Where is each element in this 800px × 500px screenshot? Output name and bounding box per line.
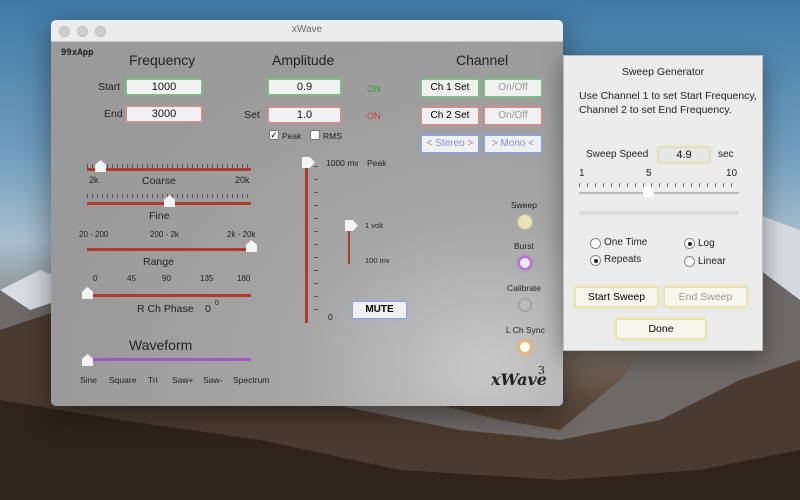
phase-tick-180: 180 bbox=[237, 274, 251, 283]
rms-label: RMS bbox=[323, 131, 342, 141]
waveform-slider-knob[interactable] bbox=[82, 354, 93, 366]
sweep-speed-field[interactable]: 4.9 bbox=[658, 147, 710, 163]
phase-tick-45: 45 bbox=[127, 274, 136, 283]
amplitude-heading: Amplitude bbox=[272, 52, 335, 68]
end-label: End bbox=[104, 108, 123, 120]
phase-slider-track[interactable] bbox=[87, 294, 251, 297]
sweep-speed-unit: sec bbox=[718, 149, 734, 160]
brand-label: 99xApp bbox=[61, 48, 94, 58]
range-slider-knob[interactable] bbox=[246, 240, 257, 252]
sweep-speed-track[interactable] bbox=[579, 192, 739, 194]
end-sweep-button[interactable]: End Sweep bbox=[664, 287, 747, 307]
title-bar[interactable]: xWave bbox=[51, 20, 563, 42]
volt-range-high: 1 volt bbox=[365, 221, 383, 230]
ch2-set-button[interactable]: Ch 2 Set bbox=[421, 107, 479, 125]
ch1-onoff-button[interactable]: On/Off bbox=[484, 79, 542, 97]
range-option-1: 20 - 200 bbox=[79, 230, 109, 239]
stereo-button[interactable]: < Stereo > bbox=[421, 135, 479, 153]
linear-label: Linear bbox=[698, 256, 726, 267]
waveform-option-spectrum[interactable]: Spectrum bbox=[233, 375, 269, 385]
range-option-2: 200 - 2k bbox=[150, 230, 179, 239]
fine-label: Fine bbox=[149, 210, 170, 222]
coarse-max-label: 20k bbox=[235, 175, 250, 185]
start-label: Start bbox=[98, 81, 121, 93]
sweep-speed-label: Sweep Speed bbox=[586, 149, 649, 160]
amplitude-scale-top: 1000 mv bbox=[326, 158, 359, 168]
amplitude-value-1[interactable]: 0.9 bbox=[268, 79, 341, 95]
phase-tick-135: 135 bbox=[200, 274, 214, 283]
sweep-scale-max: 10 bbox=[726, 168, 738, 179]
channel-heading: Channel bbox=[456, 52, 509, 68]
sweep-scale-min: 1 bbox=[579, 168, 585, 179]
amplitude-1-status: ON bbox=[367, 84, 381, 94]
coarse-label: Coarse bbox=[142, 175, 176, 187]
done-button[interactable]: Done bbox=[616, 319, 706, 339]
sweep-description: Use Channel 1 to set Start Frequency, Ch… bbox=[579, 90, 757, 116]
amplitude-2-status: ON bbox=[367, 111, 381, 121]
main-window: xWave 99xApp Frequency Start 1000 End 30… bbox=[51, 20, 563, 406]
range-slider-track[interactable] bbox=[87, 248, 251, 251]
amplitude-ticks bbox=[314, 166, 318, 316]
ch2-onoff-button[interactable]: On/Off bbox=[484, 107, 542, 125]
waveform-option-tri[interactable]: Tri bbox=[148, 375, 158, 385]
rms-checkbox[interactable] bbox=[310, 130, 320, 140]
sweep-progress-bar bbox=[579, 211, 739, 215]
linear-radio[interactable] bbox=[684, 256, 695, 267]
volt-range-knob[interactable] bbox=[345, 220, 358, 231]
phase-unit: 0 bbox=[215, 300, 219, 307]
waveform-slider-track[interactable] bbox=[87, 358, 251, 361]
end-frequency-field[interactable]: 3000 bbox=[126, 106, 202, 122]
burst-indicator-label: Burst bbox=[514, 241, 534, 251]
sweep-window-title: Sweep Generator bbox=[621, 66, 705, 78]
ch1-set-button[interactable]: Ch 1 Set bbox=[421, 79, 479, 97]
xwave-logo-version: 3 bbox=[538, 364, 545, 377]
lch-sync-indicator-label: L Ch Sync bbox=[506, 325, 545, 335]
volt-range-track[interactable] bbox=[348, 226, 350, 264]
mute-button[interactable]: MUTE bbox=[352, 301, 407, 319]
burst-indicator-led bbox=[518, 256, 532, 270]
window-title: xWave bbox=[291, 24, 323, 35]
waveform-option-saw-plus[interactable]: Saw+ bbox=[172, 375, 194, 385]
phase-slider-knob[interactable] bbox=[82, 287, 93, 299]
coarse-slider-knob[interactable] bbox=[95, 160, 107, 172]
amplitude-scale-mode: Peak bbox=[367, 158, 387, 168]
phase-tick-90: 90 bbox=[162, 274, 171, 283]
amplitude-scale-zero: 0 bbox=[328, 312, 333, 322]
log-radio[interactable] bbox=[684, 238, 695, 249]
amplitude-set-label: Set bbox=[244, 109, 260, 121]
coarse-min-label: 2k bbox=[89, 175, 99, 185]
phase-label: R Ch Phase bbox=[137, 303, 194, 315]
peak-checkbox[interactable]: ✓ bbox=[269, 130, 279, 140]
lch-sync-indicator-led bbox=[518, 340, 532, 354]
amplitude-value-2[interactable]: 1.0 bbox=[268, 107, 341, 123]
waveform-option-square[interactable]: Square bbox=[109, 375, 136, 385]
start-frequency-field[interactable]: 1000 bbox=[126, 79, 202, 95]
calibrate-indicator-led bbox=[518, 298, 532, 312]
sweep-generator-window: Sweep Generator Use Channel 1 to set Sta… bbox=[563, 55, 763, 351]
waveform-option-sine[interactable]: Sine bbox=[80, 375, 97, 385]
frequency-heading: Frequency bbox=[129, 52, 196, 68]
repeats-label: Repeats bbox=[604, 254, 642, 265]
start-sweep-button[interactable]: Start Sweep bbox=[575, 287, 658, 307]
log-label: Log bbox=[698, 238, 715, 249]
coarse-slider-track[interactable] bbox=[87, 168, 251, 171]
one-time-label: One Time bbox=[604, 237, 648, 248]
sweep-indicator-led bbox=[518, 215, 532, 229]
phase-value: 0 bbox=[205, 303, 211, 315]
repeats-radio[interactable] bbox=[590, 255, 601, 266]
phase-tick-0: 0 bbox=[93, 274, 98, 283]
sweep-indicator-label: Sweep bbox=[511, 200, 537, 210]
peak-label: Peak bbox=[282, 131, 302, 141]
waveform-option-saw-minus[interactable]: Saw- bbox=[203, 375, 222, 385]
one-time-radio[interactable] bbox=[590, 238, 601, 249]
waveform-heading: Waveform bbox=[129, 337, 193, 353]
range-label: Range bbox=[143, 256, 174, 268]
calibrate-indicator-label: Calibrate bbox=[507, 283, 542, 293]
mono-button[interactable]: > Mono < bbox=[484, 135, 542, 153]
range-option-3: 2k - 20k bbox=[227, 230, 256, 239]
amplitude-slider-track[interactable] bbox=[305, 163, 308, 323]
volt-range-low: 100 mv bbox=[365, 256, 390, 265]
sweep-speed-ticks bbox=[579, 183, 739, 187]
sweep-scale-mid: 5 bbox=[646, 168, 652, 179]
